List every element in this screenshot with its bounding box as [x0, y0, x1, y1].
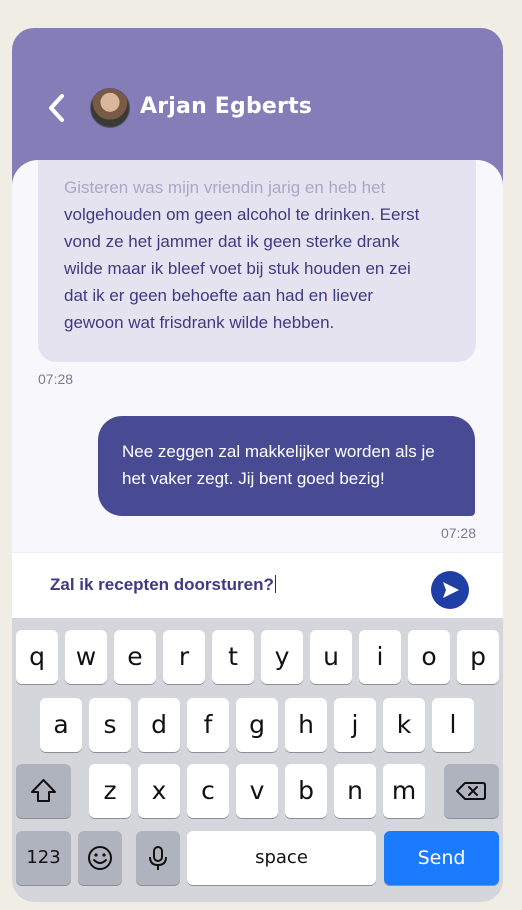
outgoing-message-time: 07:28 [440, 525, 476, 541]
contact-name: Arjan Egberts [140, 94, 313, 119]
message-line: gewoon wat frisdrank wilde hebben. [64, 313, 335, 332]
space-key[interactable]: space [187, 831, 376, 885]
message-line: Gisteren was mijn vriendin jarig en heb … [64, 178, 386, 197]
key-y[interactable]: y [261, 630, 303, 684]
send-message-button[interactable] [431, 571, 469, 609]
incoming-message-bubble: Gisteren was mijn vriendin jarig en heb … [38, 160, 476, 362]
message-line: wilde maar ik bleef voet bij stuk houden… [64, 259, 411, 278]
key-z[interactable]: z [89, 764, 131, 818]
key-a[interactable]: a [40, 698, 82, 752]
key-d[interactable]: d [138, 698, 180, 752]
message-composer: Zal ik recepten doorsturen? [12, 552, 503, 619]
avatar[interactable] [90, 88, 130, 128]
shift-key[interactable] [16, 764, 71, 818]
send-arrow-icon [443, 582, 459, 598]
message-line: volgehouden om geen alcohol te drinken. … [64, 205, 420, 224]
key-h[interactable]: h [285, 698, 327, 752]
key-i[interactable]: i [359, 630, 401, 684]
key-q[interactable]: q [16, 630, 58, 684]
key-b[interactable]: b [285, 764, 327, 818]
message-line: het vaker zegt. Jij bent goed bezig! [122, 469, 385, 488]
key-f[interactable]: f [187, 698, 229, 752]
phone-screen: Arjan Egberts Gisteren was mijn vriendin… [12, 28, 503, 902]
backspace-key[interactable] [444, 764, 499, 818]
message-line: dat ik er geen behoefte aan had en lieve… [64, 286, 374, 305]
keyboard: q w e r t y u i o p a s d f g h j k l z … [12, 618, 503, 902]
message-line: vond ze het jammer dat ik geen sterke dr… [64, 232, 400, 251]
key-t[interactable]: t [212, 630, 254, 684]
numbers-key[interactable]: 123 [16, 831, 71, 885]
key-n[interactable]: n [334, 764, 376, 818]
emoji-icon [88, 846, 112, 870]
key-v[interactable]: v [236, 764, 278, 818]
incoming-message-time: 07:28 [38, 371, 74, 387]
microphone-icon [149, 846, 167, 870]
key-r[interactable]: r [163, 630, 205, 684]
message-input[interactable]: Zal ik recepten doorsturen? [50, 575, 276, 595]
emoji-key[interactable] [78, 831, 122, 885]
key-k[interactable]: k [383, 698, 425, 752]
key-j[interactable]: j [334, 698, 376, 752]
key-m[interactable]: m [383, 764, 425, 818]
key-o[interactable]: o [408, 630, 450, 684]
key-g[interactable]: g [236, 698, 278, 752]
outgoing-message-bubble: Nee zeggen zal makkelijker worden als je… [98, 416, 475, 516]
text-caret [274, 575, 276, 593]
key-s[interactable]: s [89, 698, 131, 752]
backspace-icon [456, 782, 486, 800]
message-list[interactable]: Gisteren was mijn vriendin jarig en heb … [12, 160, 503, 556]
message-line: Nee zeggen zal makkelijker worden als je [122, 442, 435, 461]
microphone-key[interactable] [136, 831, 180, 885]
key-c[interactable]: c [187, 764, 229, 818]
shift-arrow-icon [31, 779, 56, 802]
back-button[interactable] [42, 90, 72, 126]
keyboard-send-key[interactable]: Send [384, 831, 499, 885]
key-e[interactable]: e [114, 630, 156, 684]
key-p[interactable]: p [457, 630, 499, 684]
key-l[interactable]: l [432, 698, 474, 752]
key-u[interactable]: u [310, 630, 352, 684]
message-input-text: Zal ik recepten doorsturen? [50, 575, 274, 594]
key-w[interactable]: w [65, 630, 107, 684]
key-x[interactable]: x [138, 764, 180, 818]
chevron-left-icon [49, 94, 64, 122]
